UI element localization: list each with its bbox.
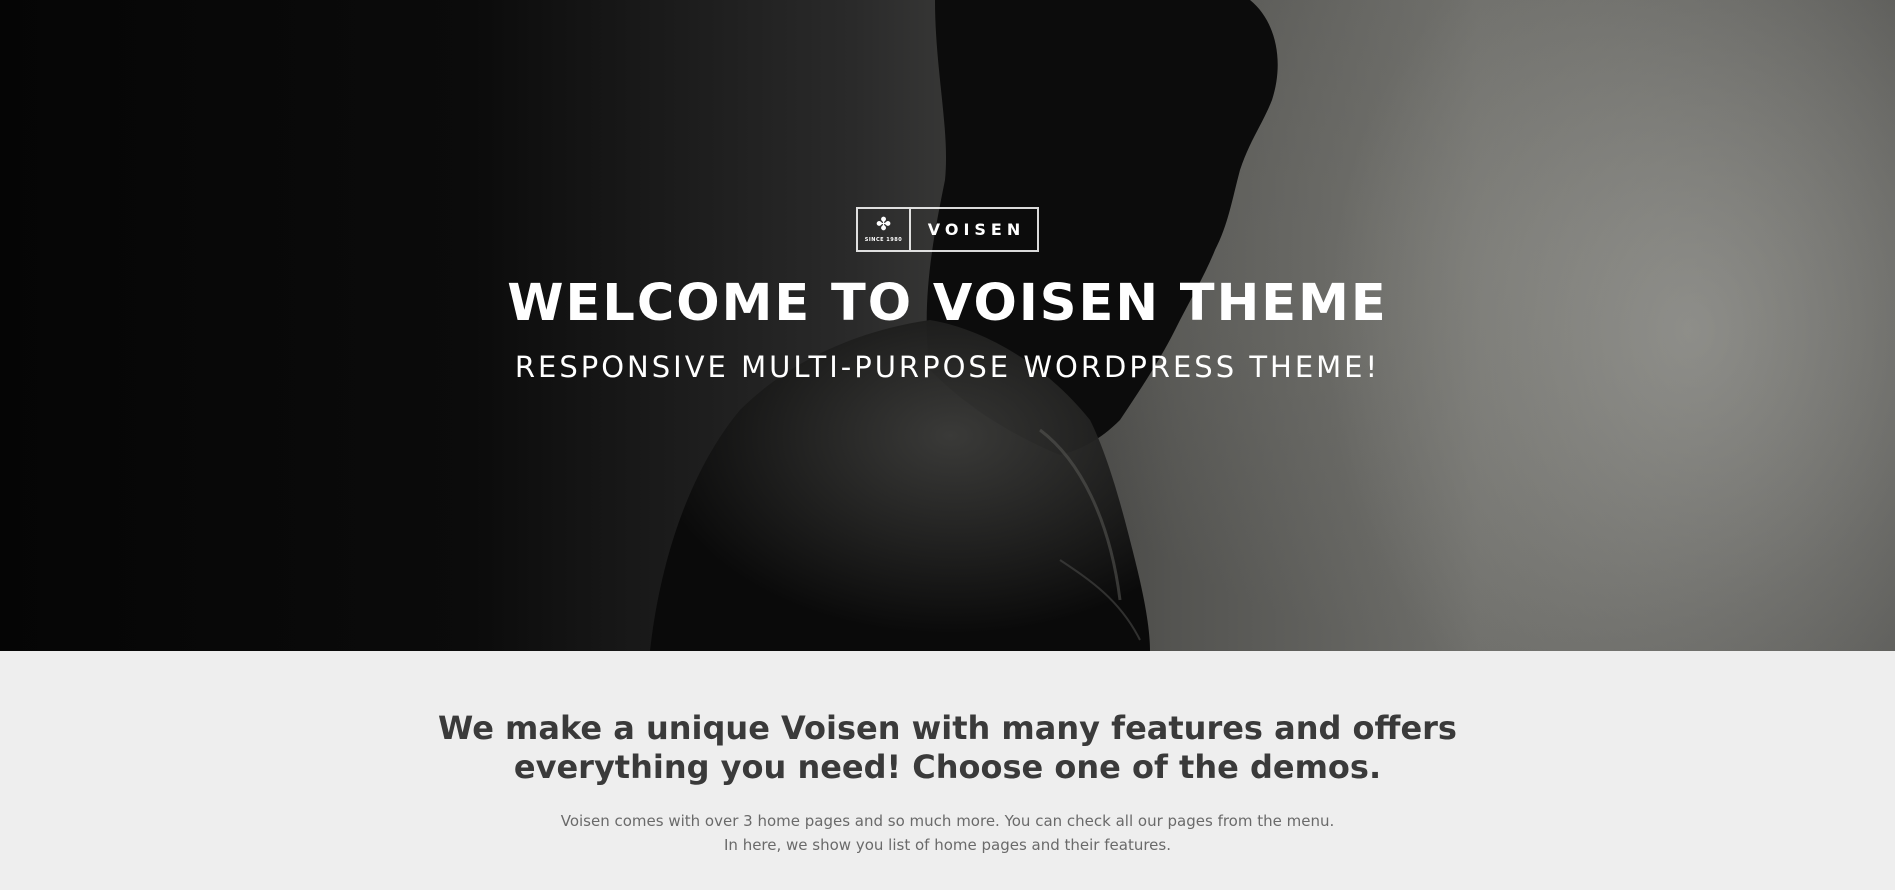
logo-since-text: SINCE 1980 — [864, 237, 903, 243]
hero-title: WELCOME TO VOISEN THEME — [507, 274, 1388, 333]
voisen-logo[interactable]: ✤ SINCE 1980 VOISEN — [856, 207, 1039, 252]
logo-wordmark: VOISEN — [927, 220, 1026, 239]
hero-subtitle: RESPONSIVE MULTI-PURPOSE WORDPRESS THEME… — [514, 350, 1381, 384]
intro-heading: We make a unique Voisen with many featur… — [438, 709, 1457, 786]
intro-text-line-1: Voisen comes with over 3 home pages and … — [560, 812, 1335, 830]
maple-leaf-icon: ✤ — [875, 214, 892, 235]
intro-section: We make a unique Voisen with many featur… — [0, 651, 1895, 890]
intro-description: Voisen comes with over 3 home pages and … — [0, 809, 1895, 857]
intro-text-line-2: In here, we show you list of home pages … — [724, 836, 1171, 854]
hero-banner: ✤ SINCE 1980 VOISEN WELCOME TO VOISEN TH… — [0, 0, 1895, 651]
logo-emblem: ✤ SINCE 1980 — [858, 209, 911, 250]
